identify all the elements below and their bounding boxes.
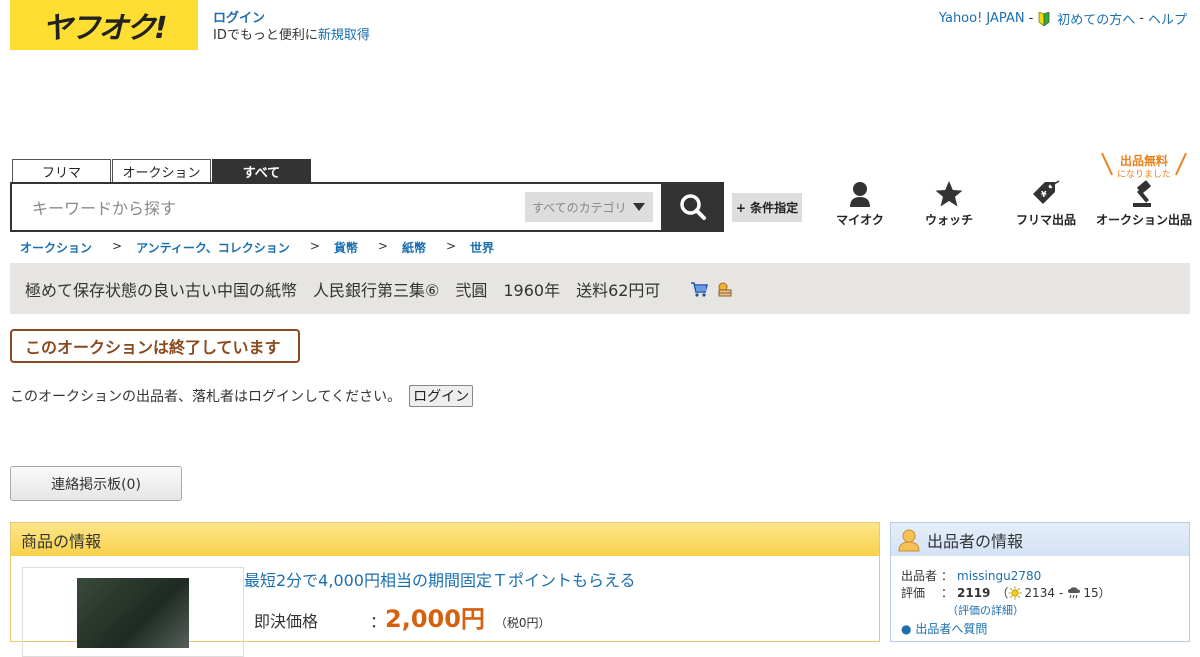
yahuoku-logo[interactable]: ヤフオク!	[10, 0, 198, 50]
rating-detail-text: （評価の詳細）	[947, 604, 1024, 617]
nav-auction-listing[interactable]: オークション出品	[1094, 178, 1194, 228]
breadcrumb-sep: >	[377, 239, 388, 253]
top-link-sep: -	[1028, 11, 1034, 26]
star-icon	[935, 181, 963, 207]
item-info-heading: 商品の情報	[11, 523, 879, 556]
bullet-icon: ●	[901, 622, 912, 636]
login-note: このオークションの出品者、落札者はログインしてください。 ログイン	[10, 385, 474, 407]
price-row: 即決価格 ： 2,000円 （税0円）	[254, 599, 551, 634]
beginner-mark-icon	[1038, 11, 1050, 26]
logo-text: ヤフオク!	[42, 11, 167, 46]
seller-id-link[interactable]: missingu2780	[957, 568, 1041, 585]
breadcrumb-sep: >	[309, 239, 320, 253]
auction-ended-notice: このオークションは終了しています	[10, 329, 300, 363]
price-value: 2,000円	[385, 605, 485, 633]
tpoint-promo-link[interactable]: 最短2分で4,000円相当の期間固定Ｔポイントもらえる	[244, 567, 636, 591]
person-icon	[850, 182, 870, 207]
item-title-bar: 極めて保存状態の良い古い中国の紙幣 人民銀行第三集⑥ 弐圓 1960年 送料62…	[10, 263, 1190, 314]
seller-info-body: 出品者 ： missingu2780 評価 ： 2119 （ 2134 - 15…	[891, 556, 1189, 638]
item-title: 極めて保存状態の良い古い中国の紙幣 人民銀行第三集⑥ 弐圓 1960年 送料62…	[25, 280, 661, 300]
nav-watch[interactable]: ウォッチ	[899, 178, 999, 228]
breadcrumb-sep: >	[445, 239, 457, 253]
signup-link[interactable]: 新規取得	[318, 28, 370, 43]
price-tag-icon: ¥	[1033, 180, 1060, 204]
breadcrumb-banknote[interactable]: 紙幣	[402, 239, 426, 256]
login-block: ログイン IDでもっと便利に新規取得	[213, 10, 370, 44]
nav-auction-listing-label: オークション出品	[1095, 213, 1192, 227]
price-colon: ：	[370, 612, 387, 631]
sun-icon	[1008, 586, 1022, 600]
gavel-icon	[1133, 180, 1151, 207]
title-icons	[690, 281, 734, 297]
rating-row: 評価 ： 2119 （ 2134 - 15 ）	[901, 586, 1111, 600]
breadcrumb-currency[interactable]: 貨幣	[334, 239, 358, 256]
rating-sep: -	[1058, 586, 1064, 600]
breadcrumb-sep: >	[112, 239, 123, 253]
login-link[interactable]: ログイン	[213, 11, 265, 26]
seller-row: 出品者 ： missingu2780	[901, 568, 1179, 585]
nav-myauc-label: マイオク	[836, 213, 884, 227]
question-link[interactable]: 出品者へ質問	[915, 622, 987, 636]
nav-myauc[interactable]: マイオク	[810, 178, 910, 228]
contact-board-button[interactable]: 連絡掲示板(0)	[10, 466, 182, 501]
nav-watch-label: ウォッチ	[924, 213, 973, 227]
rating-colon: ：	[940, 586, 953, 600]
item-info-panel: 商品の情報 最短2分で4,000円相当の期間固定Ｔポイントもらえる 即決価格 ：…	[10, 522, 880, 657]
rating-label: 評価	[901, 586, 926, 600]
item-photo	[77, 578, 189, 648]
login-note-text: このオークションの出品者、落札者はログインしてください。	[10, 389, 402, 405]
id-note: IDでもっと便利に	[213, 28, 318, 43]
free-listing-badge: 出品無料 になりました	[1101, 152, 1187, 180]
seller-info-head: 出品者の情報	[891, 523, 1189, 556]
seller-info-panel: 出品者の情報 出品者 ： missingu2780 評価 ： 2119 （ 21…	[890, 522, 1190, 642]
price-label: 即決価格	[254, 612, 319, 631]
top-link-sep: -	[1139, 11, 1144, 26]
breadcrumb: オークション > アンティーク、コレクション > 貨幣 > 紙幣 > 世界	[20, 239, 494, 256]
nav-icons: マイオク ウォッチ ¥ フリマ出品 オークション出品	[0, 178, 1200, 234]
rating-detail-link[interactable]: （評価の詳細）	[947, 602, 1179, 619]
breadcrumb-auction[interactable]: オークション	[20, 239, 92, 256]
help-link[interactable]: ヘルプ	[1148, 9, 1187, 28]
nav-flea-listing-label: フリマ出品	[1015, 213, 1076, 227]
nav-flea-listing[interactable]: ¥ フリマ出品	[996, 178, 1096, 228]
delivery-box-icon	[718, 282, 732, 296]
rating-good: 2134	[1024, 586, 1055, 600]
price-tax: （税0円）	[494, 616, 551, 630]
seller-colon: ：	[940, 569, 953, 583]
seller-info-heading: 出品者の情報	[927, 531, 1024, 551]
seller-label: 出品者	[901, 569, 938, 583]
breadcrumb-antique[interactable]: アンティーク、コレクション	[136, 239, 290, 256]
beginner-link[interactable]: 初めての方へ	[1057, 9, 1135, 28]
rain-cloud-icon	[1068, 587, 1081, 599]
shopping-cart-icon	[691, 281, 709, 297]
yahoo-japan-link[interactable]: Yahoo! JAPAN	[939, 11, 1025, 26]
svg-text:¥: ¥	[1041, 190, 1047, 199]
seller-avatar-icon	[898, 529, 920, 551]
item-thumbnail[interactable]	[22, 567, 244, 657]
top-links: Yahoo! JAPAN - 初めての方へ - ヘルプ	[939, 9, 1187, 28]
rating-bad: 15	[1083, 586, 1099, 600]
breadcrumb-world[interactable]: 世界	[470, 239, 494, 256]
rating-total: 2119	[957, 586, 991, 600]
login-button[interactable]: ログイン	[409, 385, 474, 407]
